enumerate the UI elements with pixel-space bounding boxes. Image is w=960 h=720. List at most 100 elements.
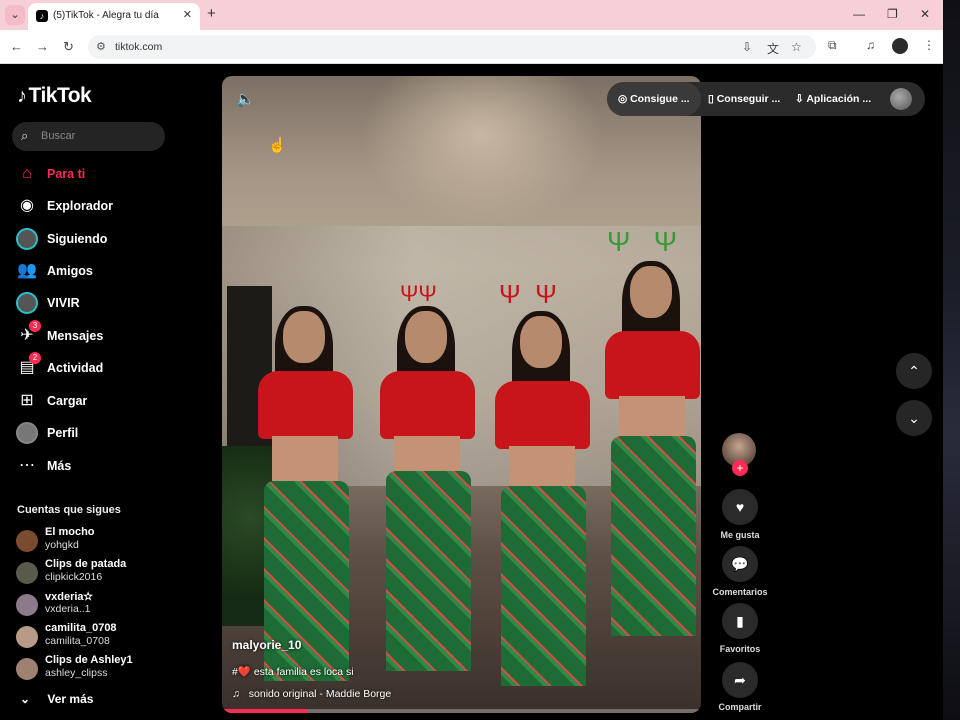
following-account[interactable]: vxderia✫ vxderia..1 bbox=[16, 590, 196, 618]
video-music[interactable]: ♫ sonido original - Maddie Borge bbox=[232, 688, 391, 700]
share-label: Compartir bbox=[718, 702, 762, 712]
volume-icon[interactable]: 🔈 bbox=[236, 90, 255, 108]
share-arrow-icon[interactable]: ➦ bbox=[722, 662, 758, 698]
comments-label: Comentarios bbox=[712, 587, 768, 597]
sidebar-item-label: Amigos bbox=[47, 264, 93, 278]
user-avatar[interactable] bbox=[890, 88, 912, 110]
browser-tab[interactable]: ♪ (5)TikTok - Alegra tu día ✕ bbox=[28, 3, 200, 30]
see-more-label: Ver más bbox=[47, 692, 94, 706]
url-text[interactable]: tiktok.com bbox=[115, 41, 162, 53]
follow-plus-icon[interactable]: + bbox=[732, 460, 748, 476]
sidebar-item-label: Para ti bbox=[47, 167, 86, 181]
sidebar-item-label: Actividad bbox=[47, 361, 104, 375]
following-account[interactable]: camilita_0708 camilita_0708 bbox=[16, 622, 196, 650]
notification-badge: 2 bbox=[29, 352, 41, 364]
search-box[interactable]: ⌕ Buscar bbox=[12, 122, 165, 151]
sidebar-item-label: Perfil bbox=[47, 426, 79, 440]
avatar bbox=[16, 658, 38, 680]
sidebar-item-4[interactable]: VIVIR bbox=[16, 292, 197, 317]
avatar bbox=[16, 562, 38, 584]
account-handle: clipkick2016 bbox=[45, 571, 103, 583]
sidebar-item-label: Siguiendo bbox=[47, 232, 108, 246]
tiktok-favicon-icon: ♪ bbox=[36, 10, 48, 22]
following-section-title: Cuentas que sigues bbox=[17, 504, 121, 516]
pill-item-consigue[interactable]: ◎ Consigue ... bbox=[618, 93, 690, 105]
see-more-button[interactable]: ⌄ Ver más bbox=[20, 692, 93, 706]
following-account[interactable]: El mocho yohgkd bbox=[16, 526, 196, 554]
following-account[interactable]: Clips de Ashley1 ashley_clipss bbox=[16, 654, 196, 682]
tiktok-note-icon: ♪ bbox=[17, 85, 27, 107]
coin-icon: ◎ bbox=[618, 93, 628, 105]
window-close-icon[interactable]: ✕ bbox=[920, 7, 930, 21]
next-video-chevron-down-icon[interactable]: ⌄ bbox=[896, 400, 932, 436]
menu-kebab-icon[interactable]: ⋮ bbox=[923, 38, 935, 52]
account-handle: ashley_clipss bbox=[45, 667, 108, 679]
sidebar-item-label: VIVIR bbox=[47, 296, 80, 310]
more-icon: ⋯ bbox=[19, 457, 35, 474]
sidebar-item-0[interactable]: ⌂ Para ti bbox=[17, 164, 197, 188]
sidebar-item-9[interactable]: ⋯ Más bbox=[17, 456, 197, 480]
following-account[interactable]: Clips de patada clipkick2016 bbox=[16, 558, 196, 586]
restore-icon[interactable]: ❐ bbox=[887, 7, 898, 21]
site-settings-icon[interactable]: ⚙ bbox=[96, 40, 106, 53]
browser-profile-avatar[interactable] bbox=[892, 38, 908, 54]
sidebar-item-1[interactable]: ◉ Explorador bbox=[17, 196, 197, 220]
favorites-label: Favoritos bbox=[719, 644, 761, 654]
previous-video-chevron-up-icon[interactable]: ⌃ bbox=[896, 353, 932, 389]
video-progress-bar[interactable] bbox=[222, 709, 701, 713]
sidebar-item-label: Más bbox=[47, 459, 72, 473]
bookmark-icon[interactable]: ▮ bbox=[722, 603, 758, 639]
account-name: camilita_0708 bbox=[45, 622, 117, 634]
minimize-icon[interactable]: — bbox=[853, 7, 865, 21]
search-icon: ⌕ bbox=[21, 128, 29, 143]
tiktok-logo[interactable]: ♪TikTok bbox=[17, 84, 92, 108]
pill-item-aplicacion[interactable]: ⇩ Aplicación ... bbox=[795, 93, 871, 105]
avatar bbox=[16, 626, 38, 648]
avatar bbox=[16, 530, 38, 552]
sidebar-item-2[interactable]: Siguiendo bbox=[16, 228, 197, 253]
new-tab-button[interactable]: + bbox=[207, 5, 216, 22]
music-title: sonido original - Maddie Borge bbox=[248, 688, 392, 700]
home-icon: ⌂ bbox=[22, 165, 32, 182]
sidebar-item-3[interactable]: 👥 Amigos bbox=[17, 261, 197, 285]
video-author[interactable]: malyorie_10 bbox=[232, 638, 301, 652]
account-name: El mocho bbox=[45, 526, 95, 538]
browser-tab-bar: ⌄ ♪ (5)TikTok - Alegra tu día ✕ + — ❐ ✕ bbox=[0, 0, 943, 30]
tab-title: (5)TikTok - Alegra tu día bbox=[53, 10, 159, 21]
chevron-down-icon[interactable]: ⌄ bbox=[5, 5, 25, 25]
download-icon: ⇩ bbox=[795, 93, 804, 105]
sidebar-item-label: Mensajes bbox=[47, 329, 104, 343]
pill-item-conseguir[interactable]: ▯ Conseguir ... bbox=[708, 93, 780, 105]
comment-icon[interactable]: 💬 bbox=[722, 546, 758, 582]
like-heart-icon[interactable]: ♥ bbox=[722, 489, 758, 525]
extensions-icon[interactable]: ⧉ bbox=[828, 38, 837, 53]
sidebar-item-5[interactable]: ✈ 3 Mensajes bbox=[17, 320, 197, 350]
translate-icon[interactable]: 文 bbox=[767, 40, 779, 57]
music-note-icon: ♫ bbox=[232, 688, 240, 700]
forward-icon[interactable]: → bbox=[36, 39, 49, 54]
sidebar-item-8[interactable]: Perfil bbox=[16, 422, 197, 447]
notification-badge: 3 bbox=[29, 320, 41, 332]
tiktok-page: ♪TikTok ⌕ Buscar ⌂ Para ti ◉ Explorador Sigu… bbox=[0, 64, 943, 720]
bookmark-star-icon[interactable]: ☆ bbox=[791, 40, 802, 54]
search-input[interactable]: Buscar bbox=[41, 130, 75, 142]
sidebar-item-6[interactable]: ▤ 2 Actividad bbox=[17, 352, 197, 382]
back-icon[interactable]: ← bbox=[10, 39, 23, 54]
video-player[interactable]: ΨΨ Ψ Ψ Ψ Ψ 🔈 ☝ malyorie_10 #❤️ esta fami… bbox=[222, 76, 701, 713]
video-caption[interactable]: #❤️ esta familia es loca si bbox=[232, 665, 354, 678]
chevron-down-icon: ⌄ bbox=[20, 692, 31, 706]
media-control-icon[interactable]: ♫ bbox=[866, 38, 875, 52]
avatar bbox=[16, 594, 38, 616]
sidebar-item-label: Cargar bbox=[47, 394, 88, 408]
install-icon[interactable]: ⇩ bbox=[742, 40, 752, 54]
close-icon[interactable]: ✕ bbox=[183, 8, 192, 21]
sidebar-item-label: Explorador bbox=[47, 199, 113, 213]
sidebar-item-7[interactable]: ⊞ Cargar bbox=[17, 391, 197, 415]
friends-icon: 👥 bbox=[17, 262, 37, 279]
live-avatar-icon bbox=[16, 292, 38, 314]
account-name: Clips de Ashley1 bbox=[45, 654, 133, 666]
video-progress-fill bbox=[222, 709, 309, 713]
profile-avatar-icon bbox=[16, 422, 38, 444]
address-bar[interactable]: ⚙ tiktok.com ⇩ 文 ☆ bbox=[88, 35, 816, 59]
reload-icon[interactable]: ↻ bbox=[63, 39, 74, 55]
